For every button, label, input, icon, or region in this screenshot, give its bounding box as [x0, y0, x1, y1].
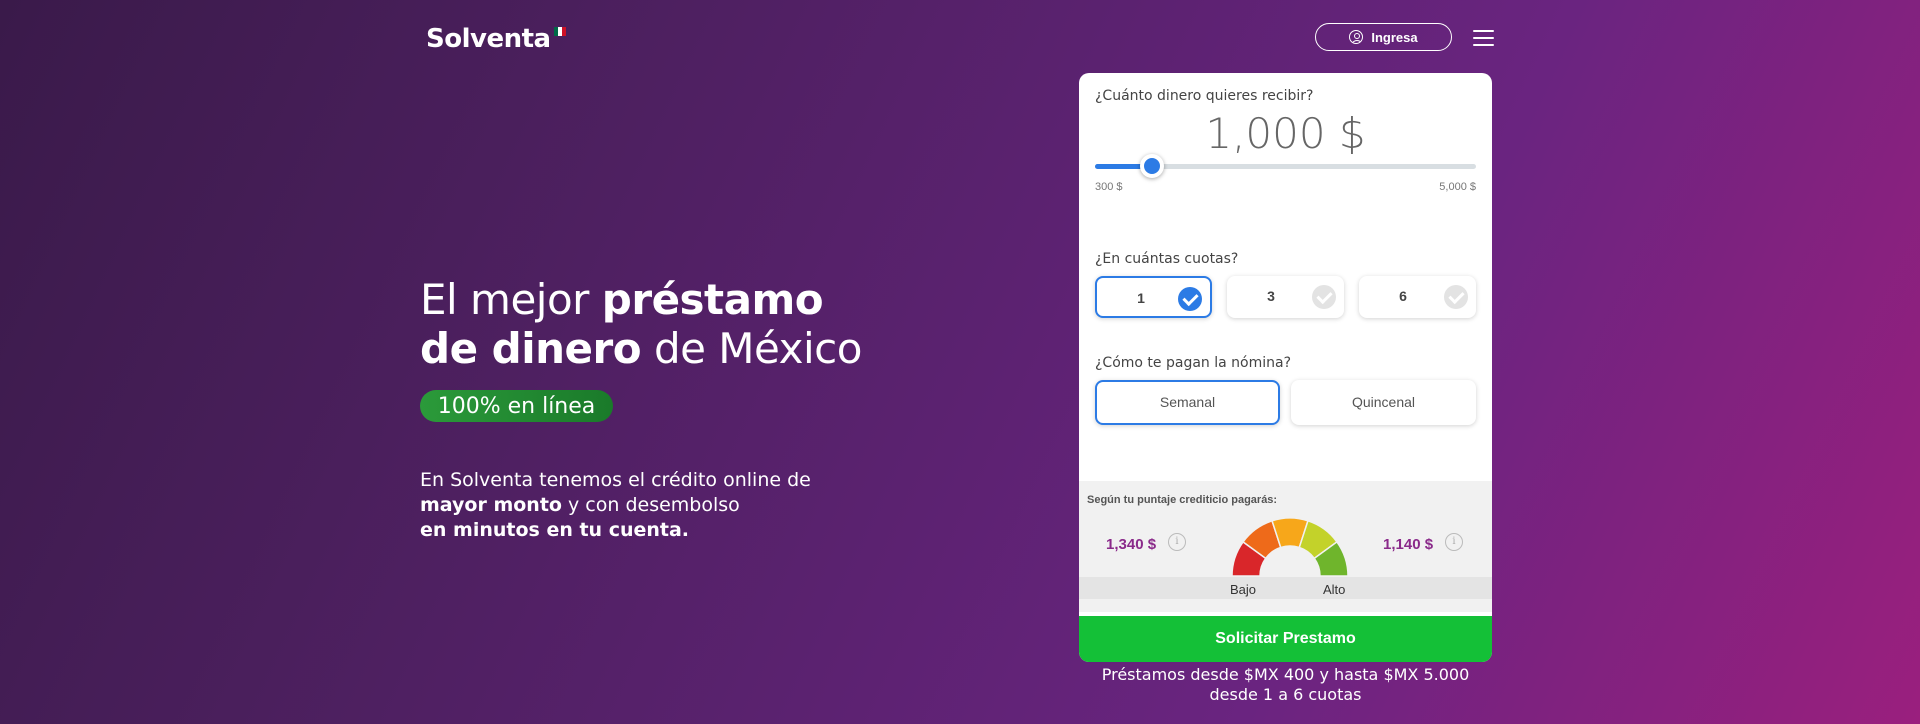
- check-icon: [1444, 285, 1468, 309]
- payroll-option-semanal[interactable]: Semanal: [1095, 380, 1280, 425]
- amount-question: ¿Cuánto dinero quieres recibir?: [1095, 88, 1314, 104]
- check-icon: [1178, 287, 1202, 311]
- request-loan-button[interactable]: Solicitar Prestamo: [1079, 616, 1492, 662]
- credit-score-section: Según tu puntaje crediticio pagarás: 1,3…: [1079, 481, 1492, 612]
- info-icon[interactable]: i: [1168, 533, 1186, 551]
- user-icon: [1349, 30, 1364, 44]
- payroll-question: ¿Cómo te pagan la nómina?: [1095, 355, 1291, 371]
- loan-calculator-card: ¿Cuánto dinero quieres recibir? 1,000 $ …: [1079, 73, 1492, 662]
- terms-line: Préstamos desde $MX 400 y hasta $MX 5.00…: [1101, 665, 1470, 684]
- cuota-option-1[interactable]: 1: [1095, 276, 1212, 318]
- score-label: Según tu puntaje crediticio pagarás:: [1087, 494, 1278, 506]
- credit-score-gauge: [1231, 518, 1349, 576]
- info-icon[interactable]: i: [1445, 533, 1463, 551]
- cuotas-question: ¿En cuántas cuotas?: [1095, 251, 1239, 267]
- mexico-flag-icon: [553, 27, 566, 36]
- slider-max-label: 5,000 $: [1439, 181, 1476, 193]
- slider-handle[interactable]: [1139, 154, 1164, 178]
- hero-description: En Solventa tenemos el crédito online de…: [420, 468, 811, 543]
- hero-desc-line: En Solventa tenemos el crédito online de: [420, 469, 811, 491]
- hero-desc-part: y con desembolso: [561, 494, 740, 516]
- login-button[interactable]: Ingresa: [1315, 23, 1452, 51]
- check-icon: [1312, 285, 1336, 309]
- loan-terms-note: Préstamos desde $MX 400 y hasta $MX 5.00…: [1079, 665, 1492, 705]
- amount-value: 1,000 $: [1205, 109, 1366, 158]
- terms-line: desde 1 a 6 cuotas: [1209, 685, 1362, 704]
- hero-title: El mejor préstamo de dinero de México: [420, 275, 862, 373]
- login-label: Ingresa: [1371, 29, 1418, 45]
- gauge-low-label: Bajo: [1230, 582, 1257, 597]
- cuota-number: 6: [1399, 288, 1407, 304]
- hero-title-part: de México: [641, 324, 863, 373]
- payroll-option-quincenal[interactable]: Quincenal: [1291, 380, 1476, 425]
- hamburger-menu-icon[interactable]: [1473, 30, 1494, 46]
- amount-slider[interactable]: [1095, 154, 1476, 178]
- score-high-value: 1,140 $: [1383, 536, 1434, 553]
- online-badge: 100% en línea: [420, 390, 613, 422]
- score-strip: [1079, 577, 1492, 599]
- hero-title-bold: de dinero: [420, 324, 642, 373]
- cuota-option-3[interactable]: 3: [1227, 276, 1344, 318]
- score-low-value: 1,340 $: [1106, 536, 1157, 553]
- cuota-number: 1: [1137, 290, 1145, 306]
- hero-title-part: El mejor: [420, 275, 602, 324]
- gauge-high-label: Alto: [1323, 582, 1346, 597]
- hero-title-bold: préstamo: [601, 275, 824, 324]
- cuota-number: 3: [1267, 288, 1275, 304]
- hero-desc-bold: en minutos en tu cuenta.: [420, 519, 690, 541]
- logo-text: Solventa: [426, 24, 551, 54]
- hero-desc-bold: mayor monto: [420, 494, 562, 516]
- slider-min-label: 300 $: [1095, 181, 1123, 193]
- cuota-option-6[interactable]: 6: [1359, 276, 1476, 318]
- solventa-logo[interactable]: Solventa: [426, 24, 566, 54]
